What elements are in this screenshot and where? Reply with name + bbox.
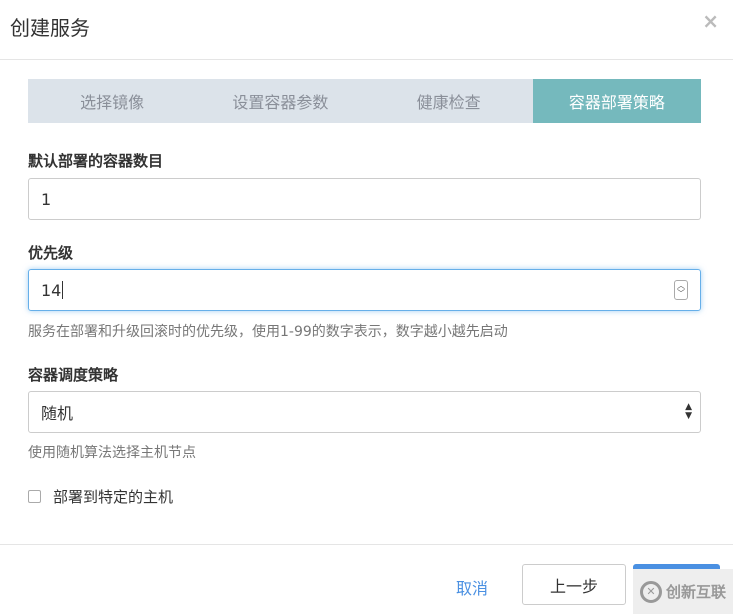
select-arrows-icon: ▲ ▼: [685, 402, 692, 421]
priority-value: 14: [41, 280, 62, 300]
step-select-image[interactable]: 选择镜像: [28, 79, 196, 123]
watermark-icon: ✕: [639, 580, 662, 603]
step-deploy-strategy[interactable]: 容器部署策略: [532, 79, 701, 123]
prev-button[interactable]: 上一步: [522, 564, 626, 605]
priority-input[interactable]: 14 ︿ ﹀: [28, 269, 701, 311]
strategy-label: 容器调度策略: [28, 366, 119, 384]
strategy-value: 随机: [41, 404, 74, 423]
priority-label: 优先级: [28, 244, 74, 262]
dialog-header: 创建服务 ×: [0, 0, 733, 60]
specific-host-checkbox-row[interactable]: 部署到特定的主机: [28, 486, 173, 507]
cancel-button[interactable]: 取消: [456, 575, 488, 599]
priority-help: 服务在部署和升级回滚时的优先级，使用1-99的数字表示，数字越小越先启动: [28, 324, 508, 340]
dialog-title: 创建服务: [10, 16, 90, 40]
stepper-icon[interactable]: ︿ ﹀: [674, 280, 688, 300]
step-container-params[interactable]: 设置容器参数: [196, 79, 364, 123]
strategy-help: 使用随机算法选择主机节点: [28, 445, 196, 461]
count-value: 1: [41, 189, 52, 209]
close-icon[interactable]: ×: [702, 9, 719, 33]
specific-host-label: 部署到特定的主机: [53, 488, 174, 506]
count-input[interactable]: 1: [28, 178, 701, 220]
step-health-check[interactable]: 健康检查: [365, 79, 533, 123]
count-label: 默认部署的容器数目: [28, 152, 164, 170]
specific-host-checkbox[interactable]: [28, 490, 41, 503]
watermark-logo: ✕ 创新互联: [633, 569, 733, 614]
strategy-select[interactable]: 随机 ▲ ▼: [28, 391, 701, 433]
step-tabs: 选择镜像 设置容器参数 健康检查 容器部署策略: [28, 79, 701, 123]
